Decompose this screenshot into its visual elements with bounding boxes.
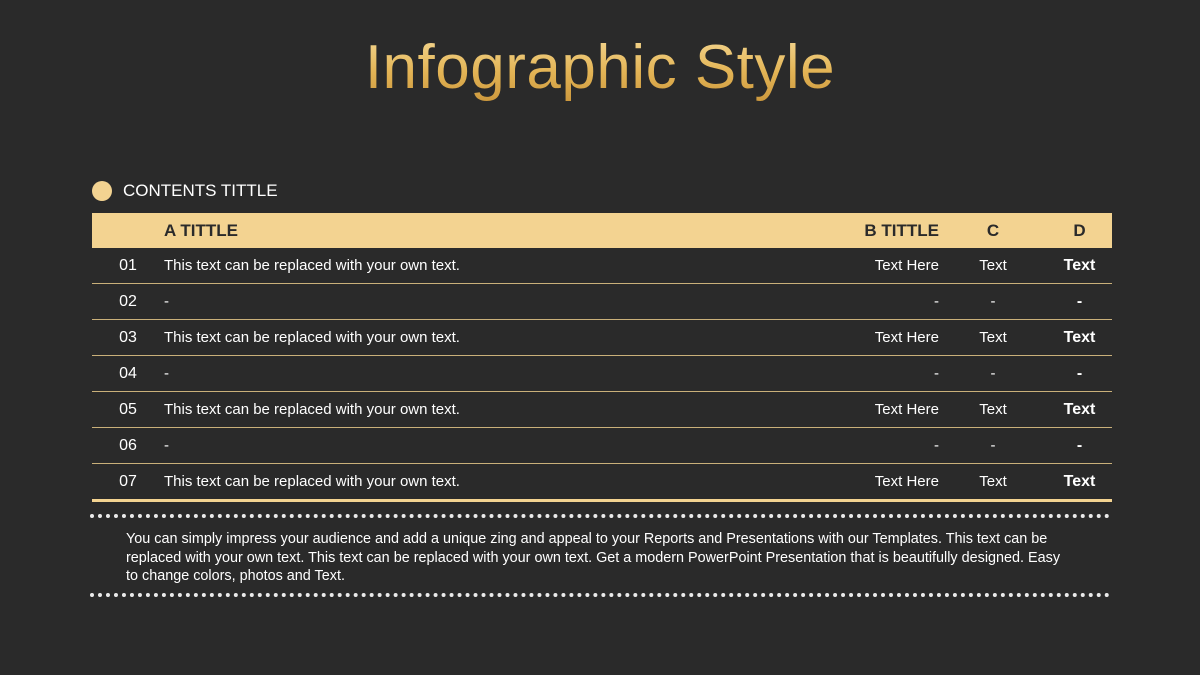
dotted-divider-top <box>90 514 1110 518</box>
cell-b: - <box>769 283 939 320</box>
row-number: 07 <box>92 463 164 502</box>
body-paragraph: You can simply impress your audience and… <box>126 531 1061 584</box>
header-a: A TITTLE <box>164 213 769 248</box>
cell-c: - <box>939 427 1047 464</box>
cell-d: Text <box>1047 463 1112 502</box>
cell-d: Text <box>1047 248 1112 284</box>
section-header: CONTENTS TITTLE <box>92 180 278 202</box>
cell-c: - <box>939 355 1047 392</box>
section-title: CONTENTS TITTLE <box>123 181 278 200</box>
cell-a: This text can be replaced with your own … <box>164 319 769 356</box>
header-c: C <box>939 213 1047 248</box>
cell-c: Text <box>939 248 1047 284</box>
cell-d: Text <box>1047 319 1112 356</box>
cell-b: Text Here <box>769 248 939 284</box>
cell-d: - <box>1047 355 1112 392</box>
cell-c: - <box>939 283 1047 320</box>
cell-d: Text <box>1047 391 1112 428</box>
table-header-row: A TITTLE B TITTLE C D <box>92 213 1112 248</box>
row-number: 04 <box>92 355 164 392</box>
slide-title: Infographic Style <box>0 30 1200 106</box>
header-b: B TITTLE <box>769 213 939 248</box>
table-row: 01 This text can be replaced with your o… <box>92 248 1112 284</box>
cell-c: Text <box>939 391 1047 428</box>
cell-a: This text can be replaced with your own … <box>164 248 769 284</box>
table-row: 02 - - - - <box>92 283 1112 320</box>
cell-c: Text <box>939 463 1047 502</box>
table-row: 07 This text can be replaced with your o… <box>92 463 1112 502</box>
table-row: 06 - - - - <box>92 427 1112 464</box>
cell-a: This text can be replaced with your own … <box>164 391 769 428</box>
table-row: 03 This text can be replaced with your o… <box>92 319 1112 356</box>
cell-b: Text Here <box>769 391 939 428</box>
cell-c: Text <box>939 319 1047 356</box>
table-row: 04 - - - - <box>92 355 1112 392</box>
bullet-dot-icon <box>92 181 112 201</box>
row-number: 05 <box>92 391 164 428</box>
row-number: 06 <box>92 427 164 464</box>
cell-b: Text Here <box>769 319 939 356</box>
row-number: 01 <box>92 248 164 284</box>
cell-b: Text Here <box>769 463 939 502</box>
cell-a: - <box>164 283 769 320</box>
row-number: 02 <box>92 283 164 320</box>
cell-d: - <box>1047 427 1112 464</box>
cell-a: - <box>164 355 769 392</box>
contents-table: A TITTLE B TITTLE C D 01 This text can b… <box>92 213 1112 502</box>
dotted-divider-bottom <box>90 593 1110 597</box>
header-d: D <box>1047 213 1112 248</box>
cell-b: - <box>769 355 939 392</box>
header-num <box>92 213 164 248</box>
cell-a: - <box>164 427 769 464</box>
table-row: 05 This text can be replaced with your o… <box>92 391 1112 428</box>
cell-d: - <box>1047 283 1112 320</box>
cell-a: This text can be replaced with your own … <box>164 463 769 502</box>
row-number: 03 <box>92 319 164 356</box>
cell-b: - <box>769 427 939 464</box>
